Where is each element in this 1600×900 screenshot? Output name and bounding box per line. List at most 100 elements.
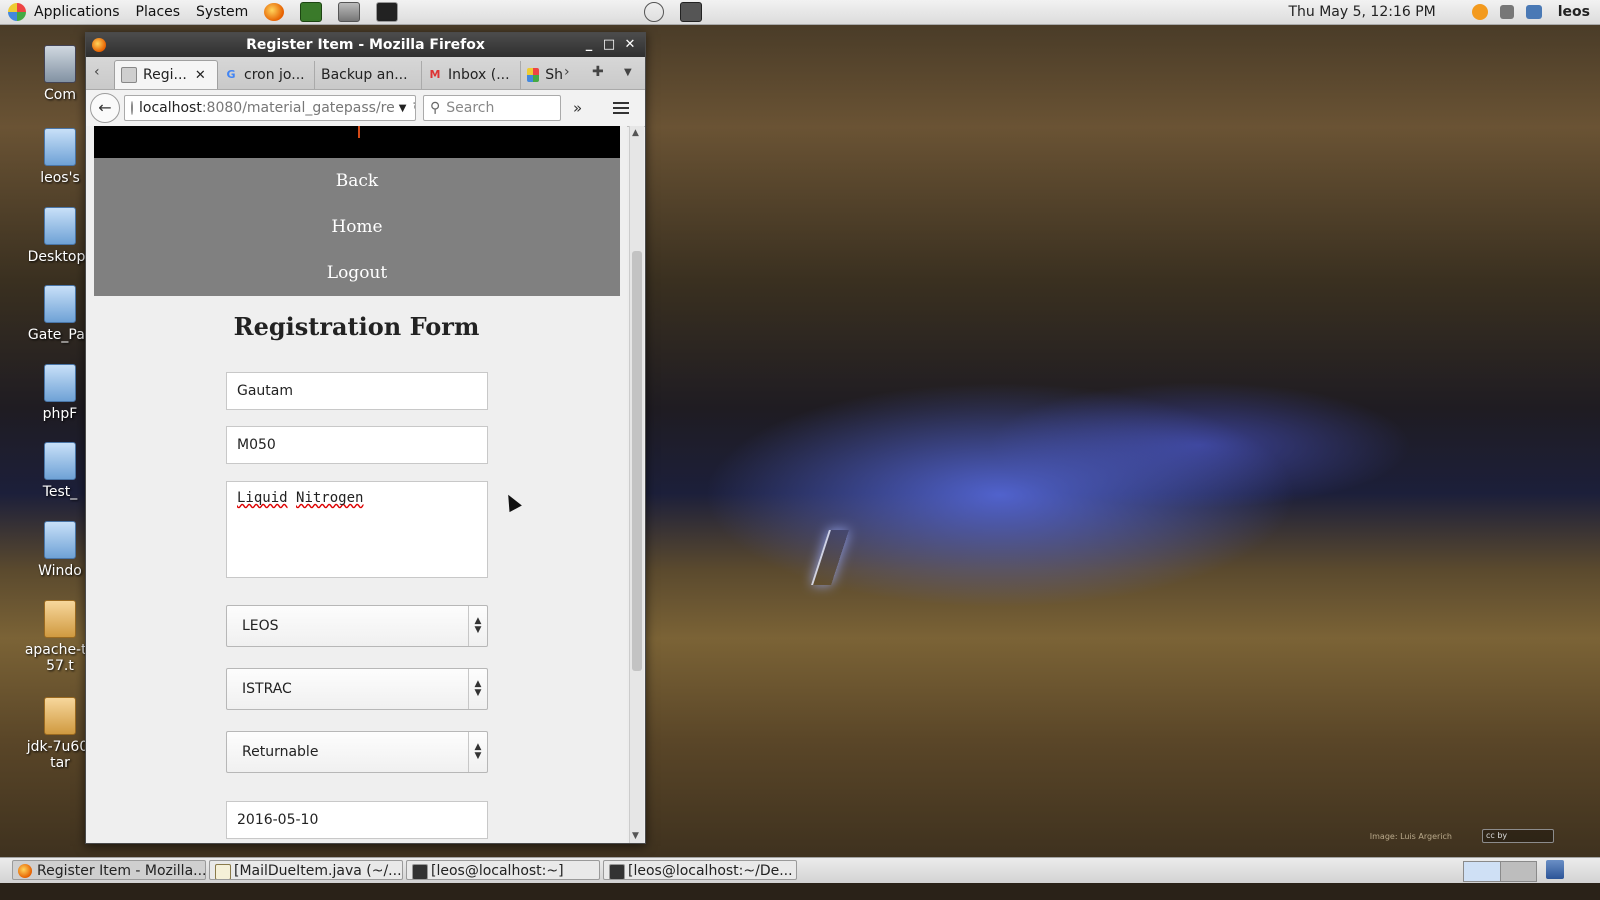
window-title: Register Item - Mozilla Firefox: [246, 37, 485, 53]
show-desktop-icon[interactable]: [1546, 860, 1564, 879]
text-editor-icon: [215, 864, 231, 879]
tab-cron-jobs[interactable]: G cron jo...: [218, 61, 315, 89]
top-panel: Applications Places System Thu May 5, 12…: [0, 0, 1600, 25]
tab-scroll-right-icon[interactable]: ›: [564, 64, 570, 80]
google-icon: G: [226, 68, 236, 81]
url-bar[interactable]: localhost:8080/material_gatepass/re ▼ ↻: [124, 95, 416, 121]
file-icon: [44, 364, 76, 402]
taskbar-item-terminal-1[interactable]: [leos@localhost:~]: [406, 860, 600, 880]
weather-sun-icon[interactable]: [1471, 4, 1488, 20]
page-header-banner: [94, 126, 620, 158]
toolbar-overflow-icon[interactable]: »: [573, 99, 582, 117]
scroll-down-icon[interactable]: ▼: [632, 831, 639, 841]
site-identity-icon[interactable]: [131, 101, 133, 115]
bottom-taskbar: Register Item - Mozilla... [MailDueItem.…: [0, 857, 1600, 883]
workspace-switcher[interactable]: [1463, 861, 1537, 882]
description-word: Nitrogen: [296, 490, 364, 506]
division-select[interactable]: LEOS ▲ ▼: [226, 605, 488, 647]
menu-applications[interactable]: Applications: [26, 4, 128, 20]
lightning-bolt: [811, 530, 849, 585]
tab-scroll-left-icon[interactable]: ‹: [94, 64, 100, 80]
volume-icon[interactable]: [1499, 5, 1514, 19]
url-host: localhost: [139, 100, 202, 116]
wallpaper-credit: Image: Luis Argerich: [1369, 832, 1452, 841]
page-favicon-icon: [121, 67, 137, 83]
network-icon[interactable]: [1525, 5, 1542, 19]
workspace-2[interactable]: [1500, 862, 1536, 881]
url-dropdown-icon[interactable]: ▼: [399, 103, 407, 114]
search-placeholder: Search: [446, 100, 495, 116]
lock-screen-icon[interactable]: [680, 2, 703, 22]
nav-home-link[interactable]: Home: [94, 204, 620, 250]
calculator-icon[interactable]: [338, 2, 361, 22]
url-path: :8080/material_gatepass/re: [201, 100, 395, 116]
taskbar-item-editor[interactable]: [MailDueItem.java (~/...: [209, 860, 403, 880]
page-viewport: Back Home Logout Registration Form Gauta…: [86, 126, 627, 843]
minimize-icon[interactable]: _: [580, 36, 598, 54]
select-updown-icon: ▲ ▼: [468, 606, 487, 646]
archive-icon: [44, 600, 76, 638]
type-select[interactable]: Returnable ▲ ▼: [226, 731, 488, 773]
reload-icon[interactable]: ↻: [412, 100, 415, 116]
firefox-icon: [18, 864, 32, 878]
nav-back-link[interactable]: Back: [94, 158, 620, 204]
item-code-input[interactable]: M050: [226, 426, 488, 464]
window-titlebar[interactable]: Register Item - Mozilla Firefox _ □ ✕: [86, 33, 645, 57]
scroll-up-icon[interactable]: ▲: [632, 128, 639, 138]
power-icon[interactable]: [644, 2, 665, 22]
search-icon: ⚲: [430, 100, 441, 116]
user-menu[interactable]: leos: [1558, 4, 1590, 20]
scroll-thumb[interactable]: [632, 251, 642, 671]
page-nav-menu: Back Home Logout: [94, 158, 620, 296]
terminal-icon: [609, 864, 625, 879]
terminal-icon: [412, 864, 428, 879]
tab-register-item[interactable]: Regi... ✕: [114, 60, 218, 89]
cc-license-badge: cc by: [1482, 829, 1554, 843]
tab-sheets[interactable]: Sh: [521, 61, 569, 89]
taskbar-item-terminal-2[interactable]: [leos@localhost:~/De...: [603, 860, 797, 880]
apps-grid-icon: [527, 68, 540, 82]
tab-inbox[interactable]: M Inbox (...: [422, 61, 521, 89]
archive-icon: [44, 697, 76, 735]
page-scrollbar[interactable]: ▲ ▼: [629, 126, 644, 843]
firefox-logo-icon: [92, 38, 106, 52]
banner-logo-fragment: [358, 126, 360, 138]
tab-close-icon[interactable]: ✕: [195, 68, 206, 83]
new-tab-icon[interactable]: ✚: [592, 64, 604, 80]
tab-backup[interactable]: Backup an...: [315, 61, 422, 89]
taskbar-item-firefox[interactable]: Register Item - Mozilla...: [12, 860, 206, 880]
menu-places[interactable]: Places: [128, 4, 189, 20]
destination-select[interactable]: ISTRAC ▲ ▼: [226, 668, 488, 710]
back-arrow-icon[interactable]: ←: [90, 93, 120, 123]
list-all-tabs-icon[interactable]: ▼: [624, 67, 632, 78]
firefox-launcher-icon[interactable]: [264, 3, 285, 21]
close-window-icon[interactable]: ✕: [621, 36, 639, 54]
workspace-1[interactable]: [1464, 862, 1501, 881]
applications-icon[interactable]: [8, 3, 26, 21]
computer-icon: [44, 45, 76, 83]
name-input[interactable]: Gautam: [226, 372, 488, 410]
nav-logout-link[interactable]: Logout: [94, 250, 620, 296]
description-word: Liquid: [237, 490, 288, 506]
date-input[interactable]: 2016-05-10: [226, 801, 488, 839]
maximize-icon[interactable]: □: [600, 36, 618, 54]
menu-system[interactable]: System: [188, 4, 256, 20]
tab-bar: ‹ Regi... ✕ G cron jo... Backup an... M …: [86, 57, 645, 90]
gmail-icon: M: [429, 68, 441, 81]
home-folder-icon: [44, 128, 76, 166]
file-icon: [44, 521, 76, 559]
file-icon: [44, 285, 76, 323]
system-monitor-icon[interactable]: [300, 2, 323, 22]
file-icon: [44, 207, 76, 245]
navigation-toolbar: ← localhost:8080/material_gatepass/re ▼ …: [86, 90, 645, 127]
form-title: Registration Form: [233, 312, 480, 341]
firefox-window: Register Item - Mozilla Firefox _ □ ✕ ‹ …: [85, 32, 646, 844]
search-bar[interactable]: ⚲ Search: [423, 95, 561, 121]
hamburger-menu-icon[interactable]: [613, 99, 629, 117]
select-updown-icon: ▲ ▼: [468, 669, 487, 709]
terminal-icon[interactable]: [376, 2, 399, 22]
clock[interactable]: Thu May 5, 12:16 PM: [1288, 4, 1435, 20]
file-icon: [44, 442, 76, 480]
select-updown-icon: ▲ ▼: [468, 732, 487, 772]
description-textarea[interactable]: Liquid Nitrogen: [226, 481, 488, 578]
